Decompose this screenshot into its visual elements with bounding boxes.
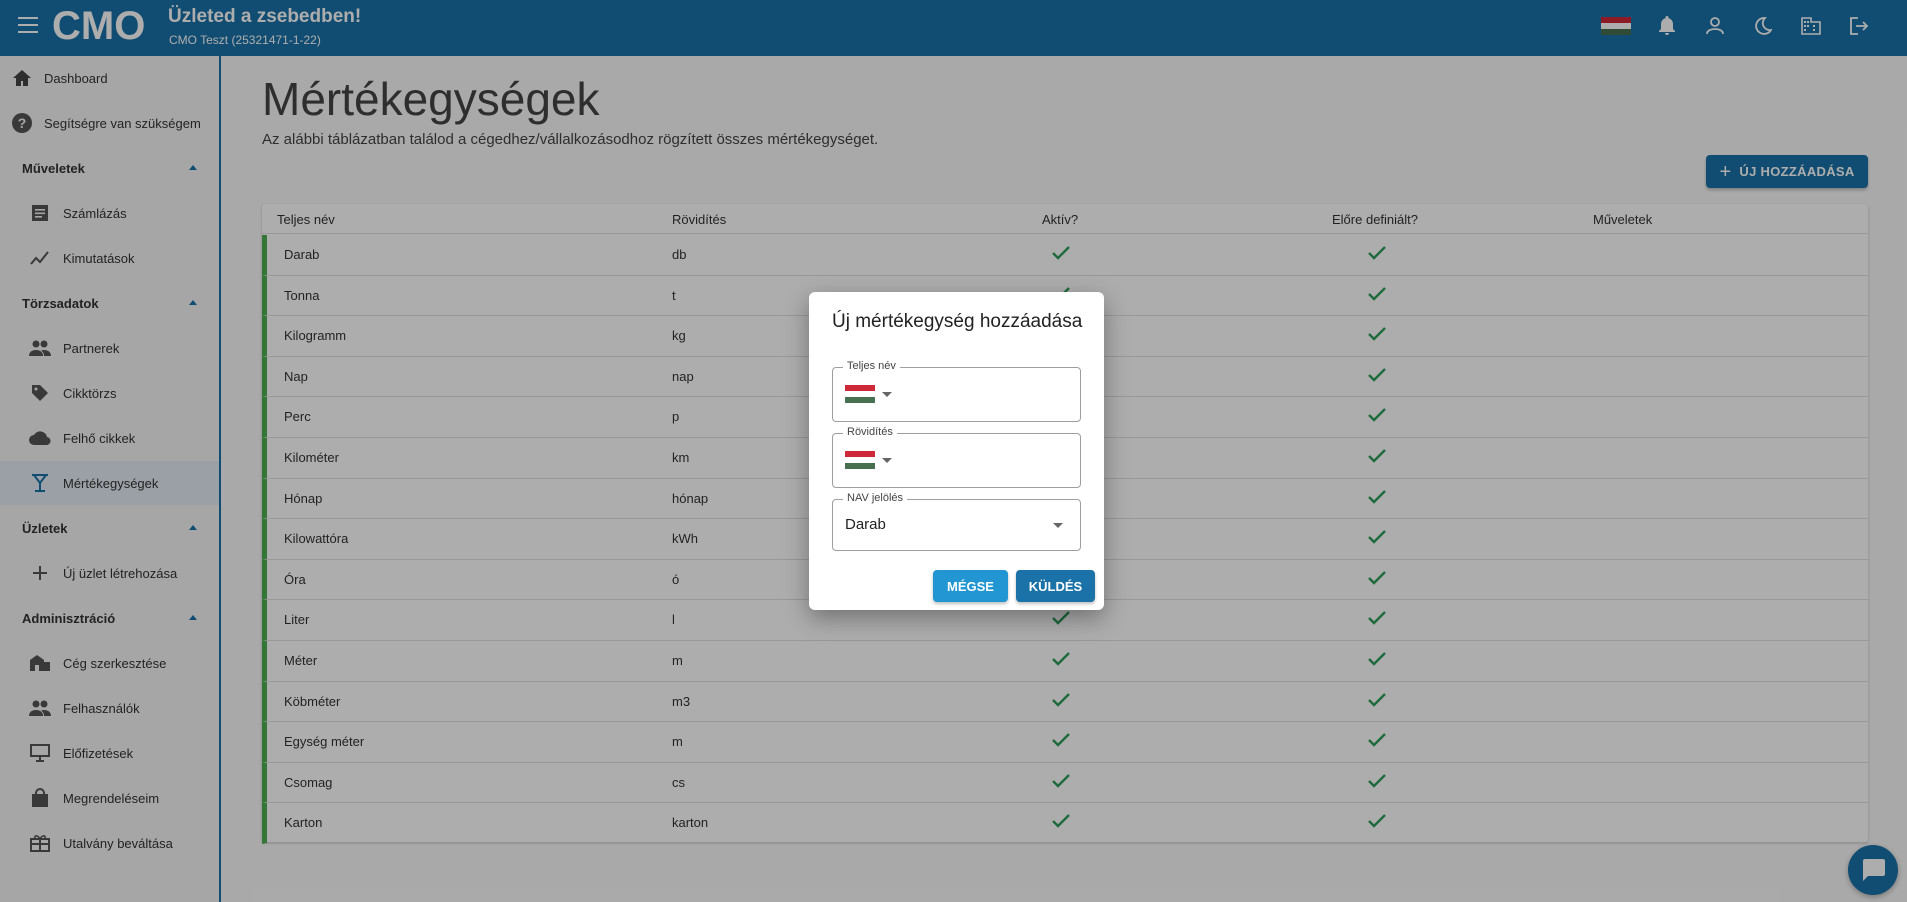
full-name-field[interactable]: Teljes név	[832, 360, 1081, 422]
nav-code-value: Darab	[845, 516, 886, 533]
full-name-label: Teljes név	[843, 360, 900, 372]
add-unit-dialog: Új mértékegység hozzáadása Teljes név Rö…	[809, 292, 1104, 610]
dialog-title: Új mértékegység hozzáadása	[832, 311, 1083, 332]
hungarian-flag-icon[interactable]	[845, 451, 875, 469]
nav-code-select[interactable]: NAV jelölés Darab	[832, 492, 1081, 551]
submit-button[interactable]: KÜLDÉS	[1016, 570, 1095, 602]
hungarian-flag-icon[interactable]	[845, 385, 875, 403]
cancel-button[interactable]: MÉGSE	[933, 570, 1008, 602]
abbreviation-label: Rövidítés	[843, 426, 897, 438]
nav-code-label: NAV jelölés	[843, 492, 908, 504]
chevron-down-icon[interactable]	[1053, 523, 1063, 528]
abbreviation-field[interactable]: Rövidítés	[832, 426, 1081, 488]
language-dropdown-icon[interactable]	[882, 392, 892, 397]
language-dropdown-icon[interactable]	[882, 458, 892, 463]
